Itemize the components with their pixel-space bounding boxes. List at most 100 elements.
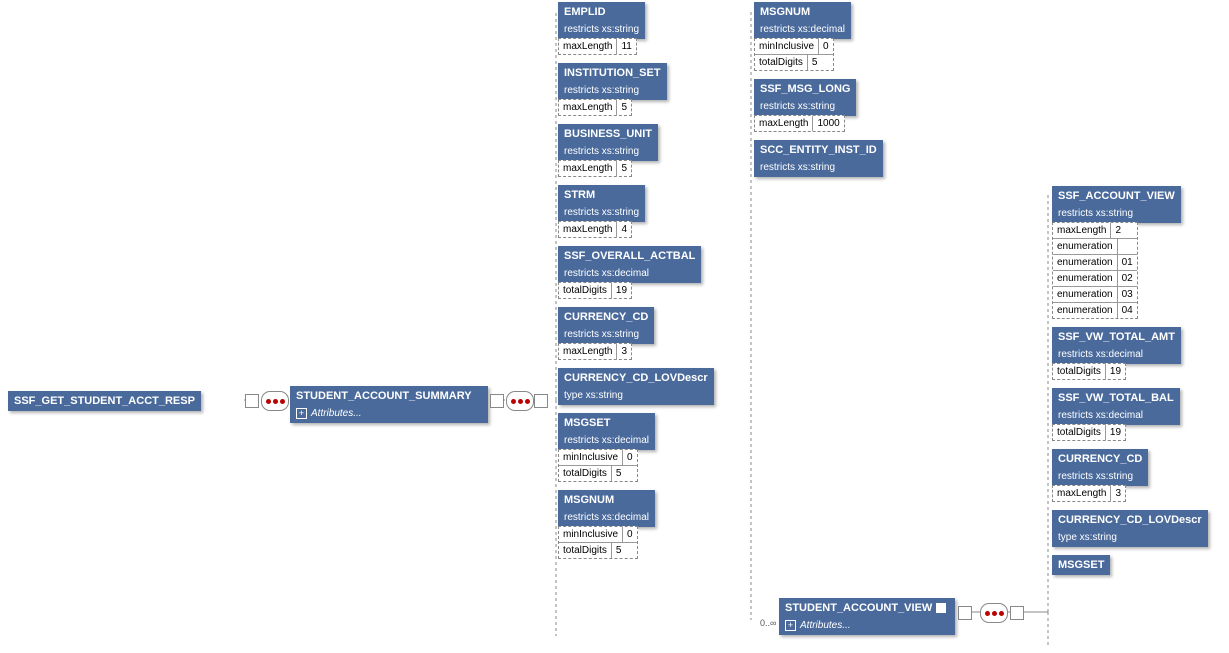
facet-row: minInclusive0 — [755, 39, 833, 55]
col1-currency_cd-restricts: restricts xs:string — [558, 327, 654, 344]
col1-business_unit[interactable]: BUSINESS_UNITrestricts xs:string — [558, 124, 658, 161]
view-attributes: Attributes... — [800, 620, 851, 631]
col2-ssf_msg_long-restricts: restricts xs:string — [754, 99, 856, 116]
col1-emplid-restricts: restricts xs:string — [558, 22, 645, 39]
col2-group: MSGNUMrestricts xs:decimalminInclusive0t… — [754, 2, 883, 185]
facet-key: totalDigits — [559, 543, 612, 558]
facet-key: minInclusive — [755, 39, 819, 54]
facet-value: 19 — [1106, 425, 1125, 440]
facet-key: maxLength — [559, 100, 617, 115]
col2-msgnum[interactable]: MSGNUMrestricts xs:decimal — [754, 2, 851, 39]
facet-row: totalDigits19 — [1053, 425, 1125, 440]
view-multiplicity: 0..∞ — [760, 618, 776, 628]
col3-vw_total_amt-title: SSF_VW_TOTAL_AMT — [1052, 327, 1181, 347]
col1-currency_lov-restricts: type xs:string — [558, 388, 714, 405]
col1-msgnum[interactable]: MSGNUMrestricts xs:decimal — [558, 490, 655, 527]
facet-key: maxLength — [755, 116, 813, 131]
plus-icon[interactable]: + — [296, 408, 307, 419]
facet-key: enumeration — [1053, 255, 1118, 270]
facet-row: minInclusive0 — [559, 527, 637, 543]
col1-institution_set-title: INSTITUTION_SET — [558, 63, 667, 83]
col1-institution_set[interactable]: INSTITUTION_SETrestricts xs:string — [558, 63, 667, 100]
facet-value: 1000 — [813, 116, 843, 131]
col1-msgnum-title: MSGNUM — [558, 490, 655, 510]
col3-msgset[interactable]: MSGSET — [1052, 555, 1110, 575]
facet-value: 11 — [617, 39, 635, 54]
col1-overall_actbal-facets: totalDigits19 — [558, 282, 632, 299]
facet-row: totalDigits5 — [559, 543, 637, 558]
root-handle[interactable] — [245, 394, 259, 408]
facet-key: maxLength — [559, 39, 617, 54]
view-handle[interactable] — [958, 606, 972, 620]
col1-msgset[interactable]: MSGSETrestricts xs:decimal — [558, 413, 655, 450]
summary-handle[interactable] — [490, 394, 504, 408]
facet-row: totalDigits5 — [559, 466, 637, 481]
col3-currency_cd-facets: maxLength3 — [1052, 485, 1126, 502]
summary-attributes: Attributes... — [311, 408, 362, 419]
facet-key: totalDigits — [559, 466, 612, 481]
student-account-summary[interactable]: STUDENT_ACCOUNT_SUMMARY + Attributes... — [290, 386, 488, 423]
col2-ssf_msg_long-title: SSF_MSG_LONG — [754, 79, 856, 99]
col3-vw_total_bal-restricts: restricts xs:decimal — [1052, 408, 1180, 425]
col3-account_view[interactable]: SSF_ACCOUNT_VIEWrestricts xs:string — [1052, 186, 1181, 223]
col2-entity_id[interactable]: SCC_ENTITY_INST_IDrestricts xs:string — [754, 140, 883, 177]
col1-emplid[interactable]: EMPLIDrestricts xs:string — [558, 2, 645, 39]
col3-currency_cd[interactable]: CURRENCY_CDrestricts xs:string — [1052, 449, 1148, 486]
facet-row: maxLength5 — [559, 161, 631, 176]
col1-currency_cd-facets: maxLength3 — [558, 343, 632, 360]
col1-msgset-title: MSGSET — [558, 413, 655, 433]
facet-value: 3 — [1111, 486, 1125, 501]
facet-key: maxLength — [559, 344, 617, 359]
facet-row: maxLength2 — [1053, 223, 1137, 239]
facet-key: totalDigits — [755, 55, 808, 70]
facet-value: 03 — [1118, 287, 1137, 302]
facet-row: maxLength3 — [559, 344, 631, 359]
col3-account_view-restricts: restricts xs:string — [1052, 206, 1181, 223]
col3-account_view-facets: maxLength2enumerationenumeration01enumer… — [1052, 222, 1138, 319]
col1-currency_lov[interactable]: CURRENCY_CD_LOVDescrtype xs:string — [558, 368, 714, 405]
col2-ssf_msg_long[interactable]: SSF_MSG_LONGrestricts xs:string — [754, 79, 856, 116]
facet-key: enumeration — [1053, 287, 1118, 302]
facet-row: totalDigits5 — [755, 55, 833, 70]
summary-label: STUDENT_ACCOUNT_SUMMARY — [290, 386, 488, 406]
facet-value: 0 — [623, 527, 637, 542]
plus-icon[interactable]: + — [785, 620, 796, 631]
facet-key: maxLength — [559, 161, 617, 176]
facet-row: enumeration02 — [1053, 271, 1137, 287]
col1-currency_lov-title: CURRENCY_CD_LOVDescr — [558, 368, 714, 388]
col1-msgnum-restricts: restricts xs:decimal — [558, 510, 655, 527]
facet-value: 19 — [612, 283, 631, 298]
sequence-pod-3[interactable] — [980, 603, 1008, 623]
facet-row: maxLength4 — [559, 222, 631, 237]
root-element[interactable]: SSF_GET_STUDENT_ACCT_RESP — [8, 391, 201, 411]
facet-row: enumeration — [1053, 239, 1137, 255]
col3-currency_lov[interactable]: CURRENCY_CD_LOVDescrtype xs:string — [1052, 510, 1208, 547]
col3-vw_total_amt-facets: totalDigits19 — [1052, 363, 1126, 380]
summary-collapse[interactable] — [534, 394, 548, 408]
facet-row: maxLength3 — [1053, 486, 1125, 501]
facet-value: 01 — [1118, 255, 1137, 270]
col1-emplid-facets: maxLength11 — [558, 38, 637, 55]
facet-value: 0 — [623, 450, 637, 465]
sequence-pod-2[interactable] — [506, 391, 534, 411]
view-label: STUDENT_ACCOUNT_VIEW — [785, 602, 932, 614]
col3-vw_total_amt[interactable]: SSF_VW_TOTAL_AMTrestricts xs:decimal — [1052, 327, 1181, 364]
col3-vw_total_bal-facets: totalDigits19 — [1052, 424, 1126, 441]
facet-row: maxLength5 — [559, 100, 631, 115]
col1-msgnum-facets: minInclusive0totalDigits5 — [558, 526, 638, 559]
root-label: SSF_GET_STUDENT_ACCT_RESP — [14, 395, 195, 407]
view-collapse[interactable] — [1010, 606, 1024, 620]
col1-overall_actbal[interactable]: SSF_OVERALL_ACTBALrestricts xs:decimal — [558, 246, 701, 283]
student-account-view[interactable]: STUDENT_ACCOUNT_VIEW + Attributes... — [779, 598, 955, 635]
col3-vw_total_bal[interactable]: SSF_VW_TOTAL_BALrestricts xs:decimal — [1052, 388, 1180, 425]
sequence-pod-1[interactable] — [261, 391, 289, 411]
col3-currency_lov-restricts: type xs:string — [1052, 530, 1208, 547]
facet-key: maxLength — [1053, 223, 1111, 238]
facet-value: 19 — [1106, 364, 1125, 379]
col1-institution_set-facets: maxLength5 — [558, 99, 632, 116]
col1-strm[interactable]: STRMrestricts xs:string — [558, 185, 645, 222]
col1-currency_cd[interactable]: CURRENCY_CDrestricts xs:string — [558, 307, 654, 344]
facet-key: totalDigits — [1053, 364, 1106, 379]
link-icon — [936, 603, 946, 613]
facet-key: enumeration — [1053, 271, 1118, 286]
